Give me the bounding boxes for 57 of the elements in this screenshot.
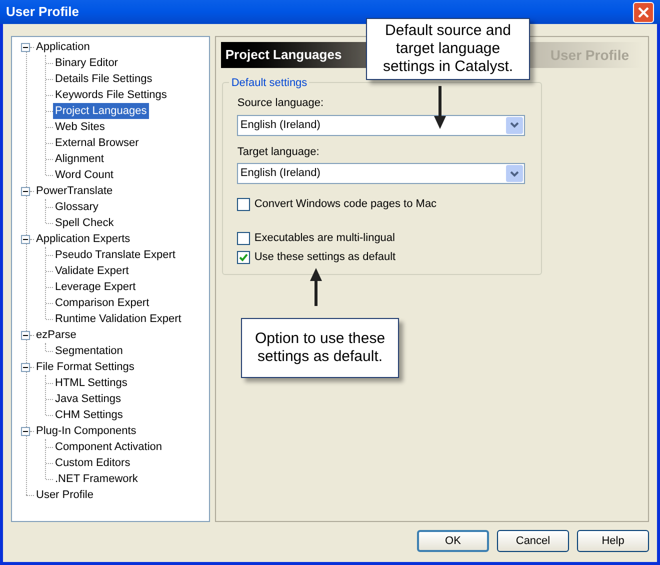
tree-item[interactable]: CHM Settings (53, 406, 125, 424)
tree-item[interactable]: .NET Framework (53, 470, 140, 488)
tree-item[interactable]: Glossary (53, 198, 100, 216)
callout-note: Default source and target language settings in Catalyst. (366, 18, 530, 80)
close-icon (638, 6, 649, 18)
tree-item[interactable]: Segmentation (53, 342, 125, 360)
close-button[interactable] (633, 2, 654, 22)
tree-item[interactable]: File Format Settings (34, 358, 136, 376)
checkbox-row[interactable]: Convert Windows code pages to Mac (237, 196, 528, 213)
group-legend: Default settings (229, 75, 310, 92)
tree-item[interactable]: Keywords File Settings (53, 86, 169, 104)
tree-item[interactable]: PowerTranslate (34, 182, 115, 200)
window-title: User Profile (6, 3, 79, 22)
field-label: Target language: (237, 144, 320, 160)
field-label: Source language: (237, 96, 325, 111)
tree-item[interactable]: Runtime Validation Expert (53, 310, 184, 328)
language-dropdown[interactable]: English (Ireland) (237, 114, 526, 136)
arrow-down-icon (434, 86, 446, 129)
tree-item[interactable]: Component Activation (53, 438, 164, 456)
tree-item[interactable]: Application Experts (34, 230, 132, 248)
chevron-down-icon (510, 170, 520, 176)
tree-item[interactable]: Details File Settings (53, 70, 154, 88)
tree-item[interactable]: Custom Editors (53, 454, 132, 472)
tree-item[interactable]: Project Languages (53, 102, 149, 120)
tree-item[interactable]: Word Count (53, 166, 116, 184)
tree-item[interactable]: Web Sites (53, 118, 107, 136)
chevron-down-icon (510, 122, 520, 128)
tree-item[interactable]: User Profile (34, 486, 96, 504)
tree-item[interactable]: Spell Check (53, 214, 116, 232)
dialog-button[interactable]: OK (417, 530, 489, 552)
dialog-button[interactable]: Cancel (497, 530, 569, 552)
tree-item[interactable]: External Browser (53, 134, 141, 152)
tree-item[interactable]: Leverage Expert (53, 278, 138, 296)
tree-item[interactable]: ezParse (34, 326, 78, 344)
expander-icon[interactable] (21, 186, 30, 196)
tree-item[interactable]: Application (34, 38, 92, 56)
tree-item[interactable]: Java Settings (53, 390, 124, 408)
tree-item[interactable]: Binary Editor (53, 54, 120, 72)
panel-title: Project Languages (225, 46, 342, 64)
dialog-button[interactable]: Help (577, 530, 649, 552)
tree-item[interactable]: Validate Expert (53, 262, 131, 280)
expander-icon[interactable] (21, 330, 30, 340)
expander-icon[interactable] (21, 362, 30, 372)
tree-item[interactable]: Pseudo Translate Expert (53, 246, 178, 264)
expander-icon[interactable] (21, 42, 30, 52)
language-dropdown[interactable]: English (Ireland) (237, 163, 526, 184)
expander-icon[interactable] (21, 234, 30, 244)
arrow-up-icon (310, 268, 322, 306)
expander-icon[interactable] (21, 426, 30, 436)
tree-item[interactable]: HTML Settings (53, 374, 130, 392)
checkmark-icon (239, 253, 248, 262)
callout-note: Option to use these settings as default. (241, 318, 399, 378)
tree-item[interactable]: Alignment (53, 150, 106, 168)
tree-item[interactable]: Comparison Expert (53, 294, 152, 312)
checkbox-row[interactable]: Executables are multi-lingual (237, 230, 528, 247)
checkbox-row[interactable]: Use these settings as default (237, 249, 528, 266)
tree-item[interactable]: Plug-In Components (34, 422, 138, 440)
